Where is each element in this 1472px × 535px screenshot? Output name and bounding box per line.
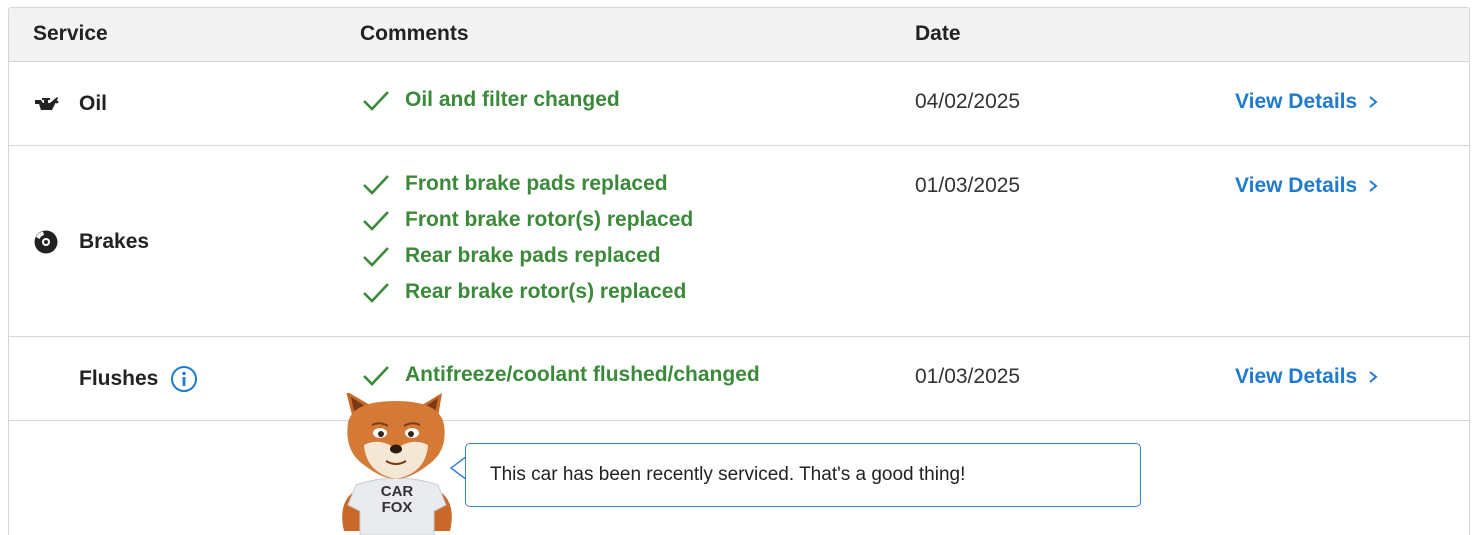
view-details-link[interactable]: View Details: [1235, 90, 1379, 114]
comments-cell: Antifreeze/coolant flushed/changed: [361, 357, 760, 393]
service-cell: Brakes: [33, 229, 149, 255]
comment-text: Rear brake rotor(s) replaced: [405, 280, 687, 303]
comment-item: Front brake rotor(s) replaced: [361, 202, 693, 238]
checkmark-icon: [363, 91, 389, 111]
comment-text: Rear brake pads replaced: [405, 244, 661, 267]
view-details-label: View Details: [1235, 365, 1358, 388]
checkmark-icon: [363, 247, 389, 267]
comment-item: Oil and filter changed: [361, 82, 620, 118]
date-cell: 01/03/2025: [915, 174, 1021, 197]
comment-text: Front brake pads replaced: [405, 172, 668, 195]
view-details-label: View Details: [1235, 174, 1358, 197]
header-comments: Comments: [360, 22, 469, 45]
brake-disc-icon: [34, 230, 58, 254]
comment-text: Oil and filter changed: [405, 88, 620, 111]
comment-item: Front brake pads replaced: [361, 166, 693, 202]
comment-item: Rear brake pads replaced: [361, 238, 693, 274]
table-row: Flushes Antifreeze/coolant flushed/chang…: [9, 337, 1469, 421]
checkmark-icon: [363, 283, 389, 303]
fox-speech-bubble: This car has been recently serviced. Tha…: [465, 443, 1141, 507]
date-cell: 04/02/2025: [915, 90, 1021, 113]
checkmark-icon: [363, 175, 389, 195]
service-cell: Oil: [33, 91, 107, 117]
date-cell: 01/03/2025: [915, 365, 1021, 388]
comment-text: Antifreeze/coolant flushed/changed: [405, 363, 760, 386]
service-cell: Flushes: [33, 365, 198, 393]
checkmark-icon: [363, 211, 389, 231]
chevron-right-icon: [1369, 180, 1378, 192]
fox-message: This car has been recently serviced. Tha…: [490, 464, 966, 485]
shirt-text-fox: FOX: [382, 499, 413, 516]
view-details-link[interactable]: View Details: [1235, 174, 1379, 198]
service-name: Flushes: [79, 367, 159, 390]
view-details-label: View Details: [1235, 90, 1358, 113]
comments-cell: Front brake pads replaced Front brake ro…: [361, 166, 693, 310]
comment-item: Rear brake rotor(s) replaced: [361, 274, 693, 310]
comment-item: Antifreeze/coolant flushed/changed: [361, 357, 760, 393]
shirt-text-car: CAR: [381, 483, 414, 500]
service-name: Oil: [79, 92, 108, 115]
header-date: Date: [915, 22, 961, 45]
view-details-link[interactable]: View Details: [1235, 365, 1379, 389]
service-name: Brakes: [79, 230, 150, 253]
header-service: Service: [33, 22, 108, 45]
chevron-right-icon: [1369, 96, 1378, 108]
table-row: Brakes Front brake pads replaced Front b…: [9, 146, 1469, 337]
carfox-mascot-image: CAR FOX: [342, 393, 452, 535]
comment-text: Front brake rotor(s) replaced: [405, 208, 694, 231]
comments-cell: Oil and filter changed: [361, 82, 620, 118]
table-header: Service Comments Date: [9, 8, 1469, 62]
table-row: Oil Oil and filter changed 04/02/2025 Vi…: [9, 62, 1469, 146]
chevron-right-icon: [1369, 371, 1378, 383]
checkmark-icon: [363, 366, 389, 386]
oil-can-icon: [35, 97, 59, 110]
info-icon[interactable]: [170, 365, 198, 393]
